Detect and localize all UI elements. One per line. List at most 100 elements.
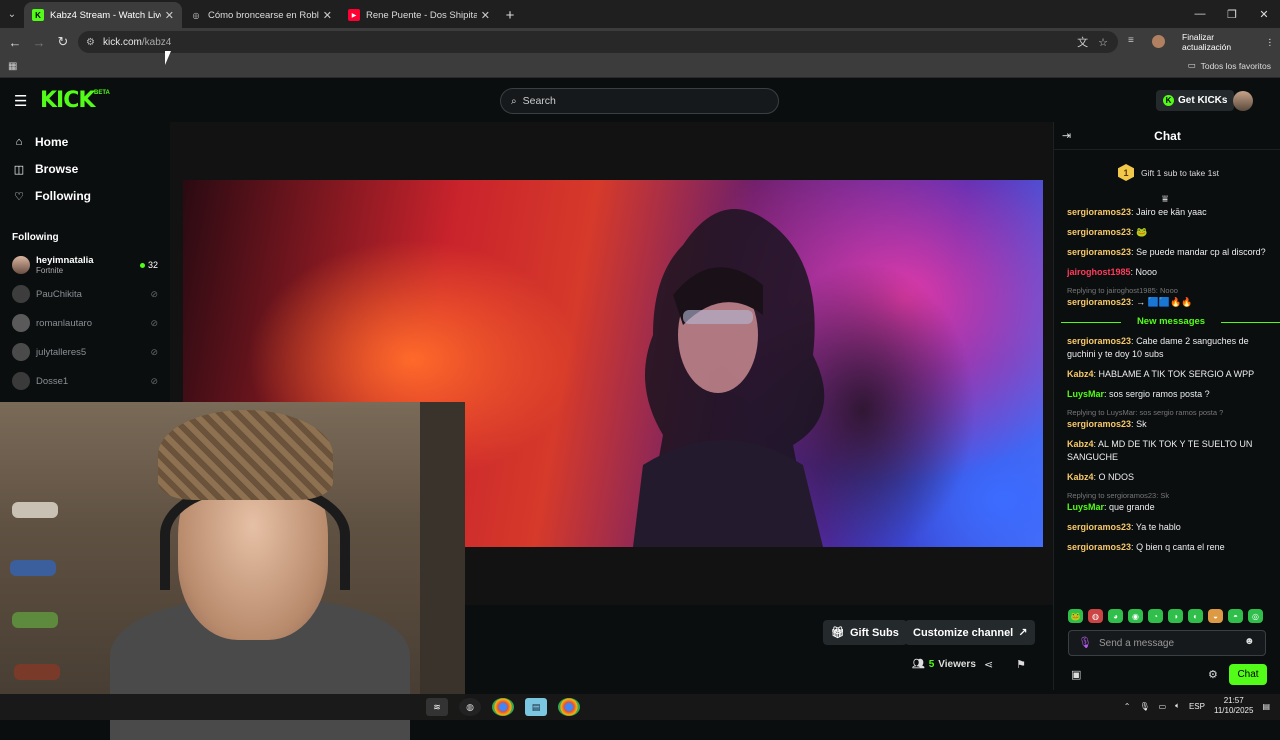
chat-settings-icon[interactable]: ⚙ [1208,668,1218,681]
obs-icon[interactable]: ◍ [459,698,481,716]
clock[interactable]: 21:57 11/10/2025 [1214,696,1253,716]
chat-message: sergioramos23: Q bien q canta el rene [1067,541,1275,554]
sidebar-item-following[interactable]: ♡ Following [12,187,91,205]
chat-username[interactable]: sergioramos23 [1067,247,1131,257]
chat-username[interactable]: sergioramos23 [1067,542,1131,552]
emote-icon[interactable]: ◉ [1128,609,1143,623]
channel-item[interactable]: Dosse1 ⊘ [12,370,162,392]
microphone-tray-icon[interactable]: 🎙︎ [1139,702,1149,711]
emote-icon[interactable]: 🐸 [1068,609,1083,623]
chat-username[interactable]: Kabz4 [1067,369,1094,379]
chat-username[interactable]: LuysMar [1067,389,1104,399]
address-toolbar: ← → ↻ ⚙ kick.com/kabz4 文 ☆ ≡ [0,28,1280,56]
kick-logo[interactable]: KICK [40,88,95,113]
channel-item[interactable]: PauChikita ⊘ [12,283,162,305]
share-icon[interactable]: ⋖ [984,658,993,671]
close-window-icon[interactable]: ✕ [1248,0,1280,28]
translate-icon[interactable]: 文 [1077,34,1088,50]
clock-time: 21:57 [1223,696,1244,705]
chat-username[interactable]: sergioramos23 [1067,207,1131,217]
back-icon[interactable]: ← [3,30,27,54]
profile-avatar[interactable] [1152,35,1165,48]
emote-icon[interactable]: ◐ [1188,609,1203,623]
sidebar-item-browse[interactable]: ◫ Browse [12,160,79,178]
pinned-toggle-icon[interactable]: ⩸ [1162,194,1168,205]
chat-username[interactable]: LuysMar [1067,502,1104,512]
chrome-icon[interactable] [492,698,514,716]
heart-icon: ♡ [14,190,24,203]
chat-message: sergioramos23: Se puede mandar cp al dis… [1067,246,1275,259]
emoji-picker-icon[interactable]: ☻ [1244,636,1255,647]
volume-icon[interactable]: 🔈︎ [1175,701,1180,711]
viewer-counter: 👥︎ 5 Viewers [912,659,976,670]
forward-icon[interactable]: → [27,30,51,54]
channel-item[interactable]: romanlautaro ⊘ [12,312,162,334]
gift-leaderboard-banner[interactable]: 1 Gift 1 sub to take 1st [1118,164,1219,181]
tab-youtube[interactable]: ▶ Rene Puente - Dos Shipita ✕ [340,2,498,28]
mic-icon[interactable]: 🎙︎ [1078,636,1092,649]
update-button[interactable]: Finalizar actualización ⋮ [1176,32,1280,52]
emote-icon[interactable]: ◑ [1168,609,1183,623]
tray-expand-icon[interactable]: ⌃ [1124,702,1131,711]
chat-username[interactable]: Kabz4 [1067,472,1094,482]
media-control-icon[interactable]: ≡ [1128,35,1134,46]
close-tab-icon[interactable]: ✕ [323,9,332,22]
channel-item[interactable]: heyimnatalia Fortnite 32 [12,254,162,276]
new-tab-button[interactable]: + [498,2,522,28]
chat-username[interactable]: sergioramos23 [1067,419,1131,429]
close-tab-icon[interactable]: ✕ [165,9,174,22]
url-bar[interactable]: ⚙ kick.com/kabz4 文 ☆ [78,31,1118,53]
chat-username[interactable]: Kabz4 [1067,439,1094,449]
bookmark-star-icon[interactable]: ☆ [1098,36,1108,49]
chat-username[interactable]: jairoghost1985 [1067,267,1131,277]
new-messages-divider[interactable]: New messages [1061,316,1280,327]
channel-item[interactable]: julytalleres5 ⊘ [12,341,162,363]
network-icon[interactable]: ▭ [1159,702,1167,711]
search-input[interactable]: ⌕ Search [500,88,779,114]
notepad-icon[interactable]: ▤ [525,698,547,716]
gift-subs-button[interactable]: 🎁︎ Gift Subs [823,620,907,645]
channel-avatar [12,314,30,332]
offline-icon: ⊘ [150,375,158,386]
chat-username[interactable]: sergioramos23 [1067,522,1131,532]
chat-username[interactable]: sergioramos23 [1067,297,1131,307]
emote-icon[interactable]: ◒ [1208,609,1223,623]
chat-username[interactable]: sergioramos23 [1067,336,1131,346]
tab-search-icon[interactable]: ⌄ [0,0,24,28]
tab-kick[interactable]: K Kabz4 Stream - Watch Live on Kick ✕ [24,2,182,28]
home-icon: ⌂ [15,136,23,148]
minimize-icon[interactable]: — [1184,0,1216,28]
menu-dots-icon[interactable]: ⋮ [1266,37,1275,48]
customize-channel-button[interactable]: Customize channel ↗ [905,620,1036,645]
streamlabs-icon[interactable]: ≋ [426,698,448,716]
store-icon[interactable]: ▣ [1071,668,1081,681]
notifications-icon[interactable]: ▤ [1262,702,1270,711]
reload-icon[interactable]: ↻ [51,30,75,54]
site-settings-icon[interactable]: ⚙ [86,37,95,48]
emote-icon[interactable]: ◓ [1228,609,1243,623]
tab-roblox[interactable]: ◎ Cómo broncearse en Roblox ✕ [182,2,340,28]
close-tab-icon[interactable]: ✕ [481,9,490,22]
emote-icon[interactable]: ◎ [1248,609,1263,623]
viewer-count: 32 [139,260,158,270]
apps-grid-icon[interactable]: ▦ [8,61,17,72]
user-avatar[interactable] [1233,91,1253,111]
system-tray: ⌃ 🎙︎ ▭ 🔈︎ ESP 21:57 11/10/2025 ▤ [1124,696,1270,716]
restore-icon[interactable]: ❐ [1216,0,1248,28]
shoe-shelf-item [14,664,60,680]
all-favorites-folder[interactable]: ▭ Todos los favoritos [1188,60,1271,71]
emote-icon[interactable]: ◕ [1108,609,1123,623]
language-indicator[interactable]: ESP [1189,702,1205,711]
report-icon[interactable]: ⚑ [1016,658,1026,671]
chat-username[interactable]: sergioramos23 [1067,227,1131,237]
emote-icon[interactable]: ◍ [1088,609,1103,623]
get-kicks-button[interactable]: K Get KICKs [1156,90,1235,111]
sidebar-item-home[interactable]: ⌂ Home [12,133,69,151]
send-chat-button[interactable]: Chat [1229,664,1267,685]
viewer-number: 32 [147,260,158,270]
reply-context: Replying to LuysMar: sos sergio ramos po… [1067,408,1224,417]
hamburger-menu-icon[interactable]: ☰ [14,92,27,110]
emote-icon[interactable]: ◔ [1148,609,1163,623]
chrome-profile-icon[interactable] [558,698,580,716]
chat-message-input[interactable]: Send a message [1068,630,1266,656]
